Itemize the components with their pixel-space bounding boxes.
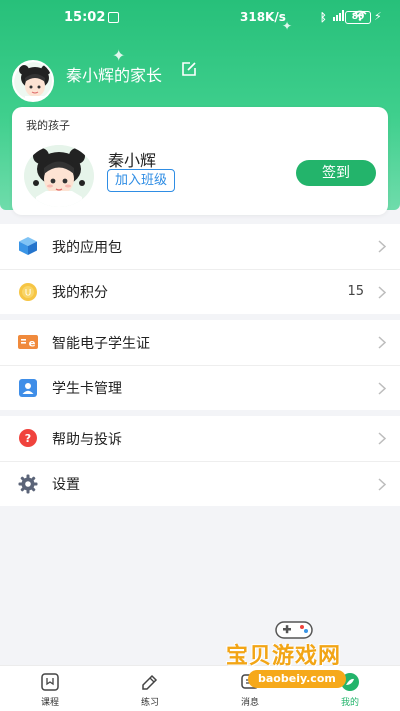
- chevron-right-icon: [378, 240, 387, 253]
- cube-icon: [17, 235, 39, 257]
- svg-text:?: ?: [25, 432, 31, 445]
- menu-label: 设置: [52, 477, 80, 493]
- menu-group-apps: 我的应用包 U 我的积分 15: [0, 224, 400, 314]
- menu-label: 我的积分: [52, 285, 108, 301]
- bluetooth-icon: ᛒ: [320, 10, 327, 24]
- menu-group-student: e 智能电子学生证 学生卡管理: [0, 320, 400, 410]
- menu-label: 帮助与投诉: [52, 431, 122, 448]
- help-icon: ?: [17, 427, 39, 449]
- tab-label: 消息: [240, 698, 259, 708]
- child-avatar[interactable]: [24, 145, 94, 207]
- watermark-logo: 宝贝游戏网 baobeiy.com: [226, 618, 376, 690]
- tab-label: 课程: [40, 698, 59, 708]
- battery-icon: 80: [345, 11, 371, 24]
- menu-item-card-manage[interactable]: 学生卡管理: [0, 365, 400, 410]
- child-name: 秦小辉: [108, 151, 157, 170]
- tab-course[interactable]: 课程: [10, 666, 90, 711]
- gear-icon: [17, 473, 39, 495]
- chevron-right-icon: [378, 478, 387, 491]
- chevron-right-icon: [378, 382, 387, 395]
- svg-text:e: e: [29, 339, 36, 350]
- card-manage-icon: [17, 377, 39, 399]
- menu-item-points[interactable]: U 我的积分 15: [0, 269, 400, 314]
- menu-label: 学生卡管理: [52, 381, 122, 397]
- svg-text:U: U: [25, 289, 32, 299]
- coin-icon: U: [17, 281, 39, 303]
- network-speed: 318K/s: [240, 10, 286, 24]
- menu-item-app-package[interactable]: 我的应用包: [0, 224, 400, 269]
- tab-label: 我的: [340, 698, 359, 708]
- charging-icon: ⚡: [374, 10, 382, 23]
- course-icon: [40, 672, 60, 692]
- edit-icon[interactable]: [181, 61, 197, 77]
- watermark-url: baobeiy.com: [248, 670, 346, 688]
- checkin-button[interactable]: 签到: [296, 160, 376, 186]
- parent-name: 秦小辉的家长: [66, 66, 163, 85]
- chevron-right-icon: [378, 432, 387, 445]
- parent-avatar[interactable]: [12, 60, 54, 102]
- chevron-right-icon: [378, 286, 387, 299]
- menu-group-support: ? 帮助与投诉 设置: [0, 416, 400, 506]
- status-bar: 15:02 318K/s ᛒ 80 ⚡: [0, 0, 400, 34]
- tab-label: 练习: [140, 698, 159, 708]
- card-title: 我的孩子: [26, 119, 70, 132]
- menu-item-student-id[interactable]: e 智能电子学生证: [0, 320, 400, 365]
- points-value: 15: [347, 284, 364, 299]
- menu-label: 智能电子学生证: [52, 335, 150, 352]
- join-class-button[interactable]: 加入班级: [107, 169, 176, 192]
- watermark-title: 宝贝游戏网: [226, 644, 342, 669]
- tab-practice[interactable]: 练习: [110, 666, 190, 711]
- menu-label: 我的应用包: [52, 239, 122, 256]
- my-child-card: 我的孩子 秦小辉 加入班级 签到: [12, 107, 388, 215]
- menu-item-settings[interactable]: 设置: [0, 461, 400, 506]
- practice-icon: [140, 672, 160, 692]
- menu-item-help[interactable]: ? 帮助与投诉: [0, 416, 400, 461]
- student-id-icon: e: [17, 331, 39, 353]
- notification-icon: [108, 12, 119, 23]
- status-time: 15:02: [64, 10, 106, 25]
- chevron-right-icon: [378, 336, 387, 349]
